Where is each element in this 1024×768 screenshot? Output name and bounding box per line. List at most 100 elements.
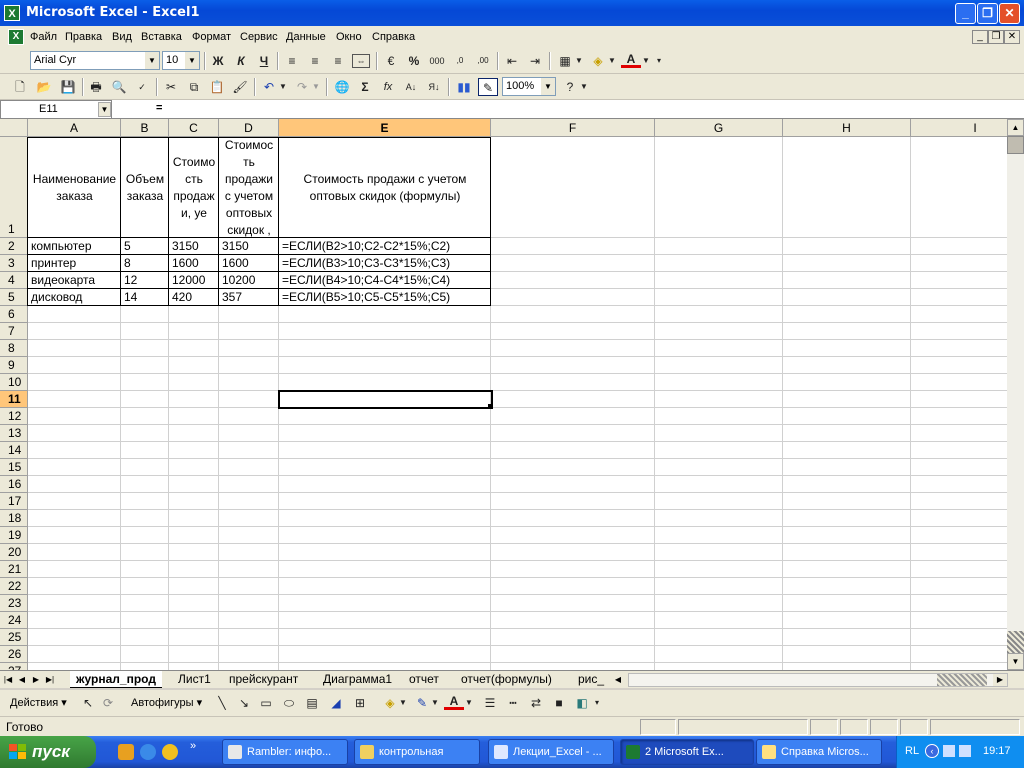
menu-tools[interactable]: Сервис [240,31,278,43]
arrow-icon[interactable]: ↘ [234,694,254,712]
sort-ascending-icon[interactable]: A↓ [401,78,421,96]
row-header-15[interactable]: 15 [0,459,28,476]
header-cell-d[interactable]: Стоимос [219,137,279,154]
active-cell-e11[interactable] [278,390,493,409]
excel-app-icon[interactable]: X [4,5,20,21]
cut-icon[interactable]: ✂ [161,78,181,96]
header-cell-a[interactable]: заказа [28,188,121,205]
sheet-tab-chart1[interactable]: Диаграмма1 [317,671,398,688]
maximize-button[interactable]: ❐ [977,3,998,24]
insert-function-button[interactable]: fx [378,78,398,96]
menu-data[interactable]: Данные [286,31,326,43]
select-all-corner[interactable] [0,119,28,137]
header-cell-e[interactable]: оптовых скидок (формулы) [279,188,491,205]
column-header-i[interactable]: I [911,119,1007,137]
row-header-11[interactable]: 11 [0,391,28,408]
arrow-style-icon[interactable]: ⇄ [526,694,546,712]
new-file-icon[interactable]: 🗋 [10,78,30,96]
clipart-icon[interactable]: ⊞ [350,694,370,712]
horizontal-scrollbar[interactable]: ▶ [628,673,1008,687]
next-sheet-icon[interactable]: ▶ [30,673,42,686]
toolbar-options-icon[interactable]: ▾ [654,52,664,70]
decrease-indent-icon[interactable]: ⇤ [502,52,522,70]
data-cell-price[interactable]: 420 [172,289,218,306]
menu-format[interactable]: Формат [192,31,231,43]
underline-button[interactable]: Ч [254,52,274,70]
menu-file[interactable]: Файл [30,31,57,43]
print-icon[interactable]: 🖶 [86,78,106,96]
sort-descending-icon[interactable]: Я↓ [424,78,444,96]
help-icon[interactable]: ? [560,78,580,96]
prev-sheet-icon[interactable]: ◀ [16,673,28,686]
italic-button[interactable]: К [231,52,251,70]
column-header-c[interactable]: C [169,119,219,137]
vertical-scrollbar[interactable]: ▲ ▼ [1007,119,1024,670]
spelling-icon[interactable]: ✓ [132,78,152,96]
column-header-b[interactable]: B [121,119,169,137]
language-indicator[interactable]: RL [905,745,919,757]
worksheet-grid[interactable]: A B C D E F G H I 1 2 3 4 5 6 7 8 9 10 11 12 13 14 15 16 17 18 19 20… [0,119,1007,670]
row-header-7[interactable]: 7 [0,323,28,340]
menu-view[interactable]: Вид [112,31,132,43]
hyperlink-icon[interactable]: 🌐 [332,78,352,96]
header-cell-d[interactable]: продажи [219,171,279,188]
select-pointer-icon[interactable]: ↖ [78,694,98,712]
row-header-6[interactable]: 6 [0,306,28,323]
data-cell-disc[interactable]: 10200 [222,272,278,289]
chevron-down-icon[interactable]: ▼ [430,694,440,712]
merge-center-icon[interactable]: ⇔ [352,54,370,68]
chevron-down-icon[interactable]: ▼ [574,52,584,70]
paste-icon[interactable]: 📋 [207,78,227,96]
data-cell-formula[interactable]: =ЕСЛИ(B4>10;C4-C4*15%;C4) [282,272,490,289]
percent-button[interactable]: % [404,52,424,70]
data-cell-formula[interactable]: =ЕСЛИ(B5>10;C5-C5*15%;C5) [282,289,490,306]
data-cell-qty[interactable]: 14 [124,289,168,306]
autosum-button[interactable]: Σ [355,78,375,96]
increase-decimal-icon[interactable]: ,0 [450,52,470,70]
workbook-icon[interactable]: X [8,29,24,45]
header-cell-a[interactable]: Наименование [28,171,121,188]
header-cell-c[interactable]: и, уе [169,205,219,222]
doc-minimize-button[interactable]: _ [972,30,988,44]
redo-icon[interactable]: ↷ [292,78,312,96]
network-icon[interactable] [943,745,955,757]
format-painter-icon[interactable]: 🖌 [230,78,250,96]
chevron-down-icon[interactable]: ▼ [145,52,159,69]
row-header-25[interactable]: 25 [0,629,28,646]
quicklaunch-icon[interactable] [118,744,134,760]
3d-icon[interactable]: ◧ [572,694,592,712]
taskbar-item-folder[interactable]: контрольная [354,739,480,765]
line-icon[interactable]: ╲ [212,694,232,712]
more-icon[interactable]: » [190,740,196,752]
dash-style-icon[interactable]: ┅ [503,694,523,712]
borders-icon[interactable]: ▦ [555,52,575,70]
tray-collapse-icon[interactable]: ‹ [925,744,939,758]
menu-help[interactable]: Справка [372,31,415,43]
data-cell-name[interactable]: принтер [31,255,120,272]
data-cell-disc[interactable]: 3150 [222,238,278,255]
increase-indent-icon[interactable]: ⇥ [525,52,545,70]
scroll-up-icon[interactable]: ▲ [1007,119,1024,136]
fill-color-icon[interactable]: ◈ [588,52,608,70]
currency-icon[interactable]: € [381,52,401,70]
tab-split-icon[interactable]: ◀ [612,673,624,686]
column-header-g[interactable]: G [655,119,783,137]
row-header-5[interactable]: 5 [0,289,28,306]
data-cell-price[interactable]: 12000 [172,272,218,289]
header-cell-c[interactable]: продаж [169,188,219,205]
chevron-down-icon[interactable]: ▼ [541,78,555,95]
close-button[interactable]: ✕ [999,3,1020,24]
header-cell-b[interactable]: заказа [121,188,169,205]
actions-menu[interactable]: Действия ▾ [10,696,67,709]
chevron-down-icon[interactable]: ▼ [464,694,474,712]
column-header-f[interactable]: F [491,119,655,137]
toolbar-options-icon[interactable]: ▾ [592,694,602,712]
sheet-tab-price[interactable]: прейскурант [223,671,304,688]
font-size-combo[interactable]: 10 ▼ [162,51,200,70]
column-header-a[interactable]: A [28,119,121,137]
data-cell-name[interactable]: дисковод [31,289,120,306]
last-sheet-icon[interactable]: ▶| [44,673,56,686]
data-cell-formula[interactable]: =ЕСЛИ(B2>10;C2-C2*15%;C2) [282,238,490,255]
data-cell-price[interactable]: 1600 [172,255,218,272]
chevron-down-icon[interactable]: ▼ [607,52,617,70]
